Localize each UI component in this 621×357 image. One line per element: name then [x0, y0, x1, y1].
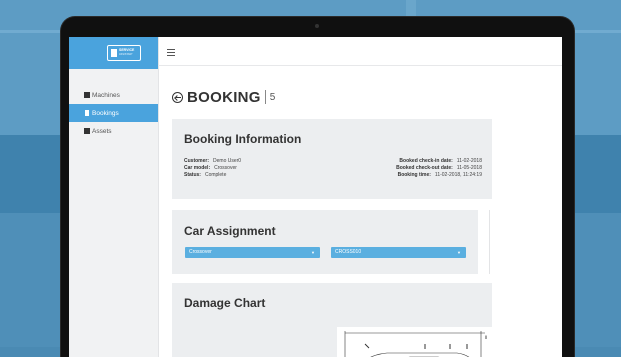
title-separator [264, 90, 266, 104]
app-screen: SERVICE ASSISTANT Machines Bookings Asse… [69, 37, 562, 357]
booking-information-card: Booking Information Customer: Demo User0 … [172, 119, 492, 199]
document-icon [85, 110, 89, 116]
car-model-label: Car model: [184, 165, 211, 171]
background-strip-right [572, 30, 621, 33]
side-panel [489, 210, 562, 274]
svg-text:ii: ii [485, 335, 487, 341]
sidebar-item-label: Machines [92, 91, 120, 99]
sidebar-item-bookings[interactable]: Bookings [69, 104, 158, 122]
checkin-label: Booked check-in date: [399, 158, 453, 164]
booking-details-right: Booked check-in date: 11-02-2018 Booked c… [396, 158, 482, 179]
car-model-value: Crossover [214, 165, 237, 171]
back-arrow-icon[interactable] [172, 91, 183, 103]
logo-text: SERVICE [119, 48, 135, 52]
car-damage-diagram[interactable]: ii [337, 327, 492, 357]
background-post [406, 0, 416, 16]
car-outline-drawing: ii [344, 331, 487, 357]
checkout-label: Booked check-out date: [396, 165, 453, 171]
booking-time-label: Booking time: [397, 172, 431, 178]
booking-id: 5 [269, 91, 276, 103]
car-assignment-card: Car Assignment Crossover ▼ CROSS010 ▼ [172, 210, 478, 274]
checkout-value: 11-05-2018 [456, 165, 482, 171]
checkin-value: 11-02-2018 [456, 158, 482, 164]
top-bar-divider [158, 65, 562, 66]
sidebar-item-label: Assets [92, 127, 112, 135]
sidebar-item-machines[interactable]: Machines [69, 86, 158, 104]
car-model-select-value: Crossover [189, 249, 212, 255]
customer-label: Customer: [184, 158, 210, 164]
background-strip-left [0, 30, 62, 33]
chevron-down-icon: ▼ [457, 250, 461, 255]
camera [315, 24, 319, 28]
booking-time-value: 11-02-2018, 11:24:19 [434, 172, 482, 178]
sidebar: SERVICE ASSISTANT Machines Bookings Asse… [69, 37, 159, 357]
logo-bar: SERVICE ASSISTANT [69, 37, 158, 69]
page-title: BOOKING [187, 88, 261, 106]
booking-details-left: Customer: Demo User0 Car model: Crossover … [184, 158, 241, 179]
page-header: BOOKING 5 [172, 88, 275, 106]
car-plate-select[interactable]: CROSS010 ▼ [331, 247, 466, 258]
car-model-select[interactable]: Crossover ▼ [185, 247, 320, 258]
sidebar-item-label: Bookings [92, 109, 119, 117]
status-value: Complete [204, 172, 227, 178]
chevron-down-icon: ▼ [311, 250, 315, 255]
car-plate-select-value: CROSS010 [335, 249, 362, 255]
hamburger-menu-icon[interactable] [167, 49, 175, 58]
logo-icon [111, 49, 117, 57]
card-title: Damage Chart [184, 296, 266, 310]
card-title: Booking Information [184, 132, 302, 146]
card-title: Car Assignment [184, 224, 276, 238]
customer-value: Demo User0 [213, 158, 242, 164]
box-icon [84, 128, 90, 134]
app-logo[interactable]: SERVICE ASSISTANT [107, 45, 141, 61]
sidebar-nav: Machines Bookings Assets [69, 86, 158, 140]
status-label: Status: [184, 172, 201, 178]
logo-subtext: ASSISTANT [119, 53, 133, 56]
sidebar-item-assets[interactable]: Assets [69, 122, 158, 140]
laptop-bezel: SERVICE ASSISTANT Machines Bookings Asse… [61, 17, 574, 357]
machine-icon [84, 92, 90, 98]
